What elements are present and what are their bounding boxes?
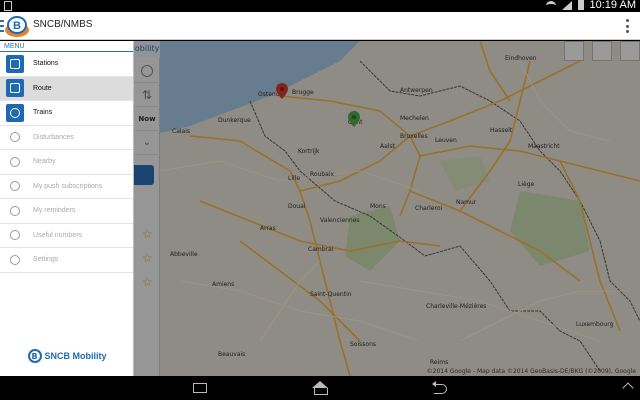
stations-icon <box>6 54 24 73</box>
drawer-item-disturbances[interactable]: Disturbances <box>0 126 133 150</box>
recent-apps-icon[interactable] <box>192 381 208 395</box>
drawer-item-push-subscriptions[interactable]: My push subscriptions <box>0 175 133 199</box>
drawer-item-label: Disturbances <box>33 133 74 141</box>
drawer-item-stations[interactable]: Stations <box>0 52 133 77</box>
drawer-item-settings[interactable]: Settings <box>0 248 133 273</box>
drawer-item-trains[interactable]: Trains <box>0 101 133 126</box>
drawer-item-label: Useful numbers <box>33 231 83 239</box>
back-icon[interactable] <box>432 381 450 395</box>
drawer-item-label: Settings <box>33 256 59 264</box>
clock: 10:19 AM <box>589 0 636 11</box>
sncb-mobility-logo: B <box>27 349 42 363</box>
notification-icon <box>4 1 12 11</box>
phone-icon <box>6 226 24 244</box>
drawer-item-useful-numbers[interactable]: Useful numbers <box>0 224 133 248</box>
drawer-item-label: Stations <box>33 60 59 68</box>
action-bar: B SNCB/NMBS <box>0 12 640 40</box>
drawer-item-label: Trains <box>33 109 53 117</box>
wifi-icon <box>545 0 556 10</box>
drawer-item-route[interactable]: Route <box>0 76 133 101</box>
system-nav-bar <box>0 376 640 400</box>
drawer-scrim[interactable] <box>134 41 640 376</box>
status-bar: 10:19 AM <box>0 0 640 12</box>
drawer-item-nearby[interactable]: Nearby <box>0 150 133 175</box>
drawer-item-label: Route <box>33 84 52 92</box>
alarm-clock-icon <box>6 177 24 195</box>
svg-text:B: B <box>13 20 21 32</box>
drawer-header: MENU <box>0 41 133 52</box>
bell-icon <box>6 202 24 220</box>
navigation-drawer: MENU Stations Route Trains Disturbances … <box>0 41 134 376</box>
drawer-footer: B SNCB Mobility <box>0 336 134 376</box>
overflow-menu-icon[interactable] <box>626 19 630 33</box>
drawer-toggle-icon[interactable] <box>0 20 4 32</box>
app-title: SNCB/NMBS <box>33 19 93 30</box>
drawer-item-label: My reminders <box>33 207 76 215</box>
sncb-logo[interactable]: B <box>5 15 29 37</box>
gear-icon <box>6 251 24 269</box>
battery-icon <box>577 0 584 10</box>
chevron-up-icon[interactable] <box>622 382 634 394</box>
drawer-item-label: My push subscriptions <box>33 182 103 190</box>
drawer-item-label: Nearby <box>33 158 56 166</box>
rss-icon <box>6 128 24 146</box>
route-icon <box>6 79 24 98</box>
drawer-footer-text: SNCB Mobility <box>44 351 107 361</box>
signal-icon <box>561 0 572 10</box>
drawer-item-reminders[interactable]: My reminders <box>0 199 133 224</box>
location-pin-icon <box>6 153 24 171</box>
trains-icon <box>6 103 24 122</box>
home-icon[interactable] <box>308 381 332 395</box>
